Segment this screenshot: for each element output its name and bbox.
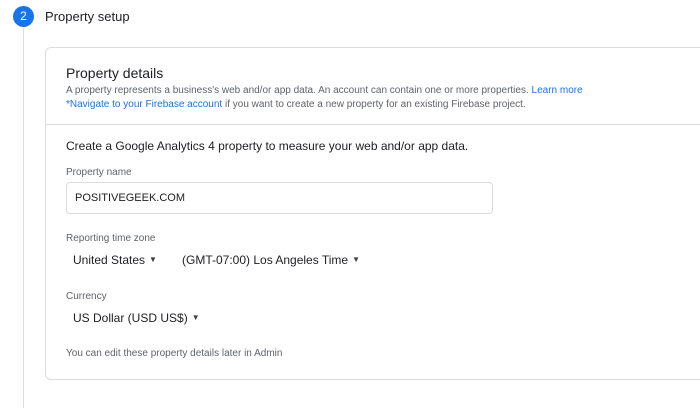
currency-select-value: US Dollar (USD US$) xyxy=(73,311,188,325)
stepper-line xyxy=(23,28,24,408)
currency-select[interactable]: US Dollar (USD US$) ▼ xyxy=(73,311,200,325)
country-select-value: United States xyxy=(73,253,146,267)
caret-down-icon: ▼ xyxy=(352,255,360,264)
description-text-2: if you want to create a new property for… xyxy=(224,99,526,110)
card-header: Property details A property represents a… xyxy=(46,48,700,125)
form-intro: Create a Google Analytics 4 property to … xyxy=(66,139,469,153)
timezone-select[interactable]: (GMT-07:00) Los Angeles Time ▼ xyxy=(182,253,360,267)
step-number-badge: 2 xyxy=(13,6,34,27)
property-name-label: Property name xyxy=(66,167,132,178)
firebase-account-link[interactable]: *Navigate to your Firebase account xyxy=(66,99,222,110)
caret-down-icon: ▼ xyxy=(191,313,200,322)
description-line-1: A property represents a business's web a… xyxy=(66,84,583,98)
property-name-input[interactable] xyxy=(66,182,493,214)
property-details-card: Property details A property represents a… xyxy=(45,47,700,380)
edit-later-note: You can edit these property details late… xyxy=(66,348,283,359)
currency-label: Currency xyxy=(66,291,107,302)
description-line-2: *Navigate to your Firebase account if yo… xyxy=(66,98,583,112)
caret-down-icon: ▼ xyxy=(149,255,157,264)
step-title: Property setup xyxy=(45,9,130,24)
learn-more-link[interactable]: Learn more xyxy=(532,85,583,96)
card-title: Property details xyxy=(66,65,164,81)
description-text-1: A property represents a business's web a… xyxy=(66,85,529,96)
country-select[interactable]: United States ▼ xyxy=(73,253,157,267)
timezone-label: Reporting time zone xyxy=(66,233,156,244)
timezone-select-value: (GMT-07:00) Los Angeles Time xyxy=(182,253,349,267)
card-description: A property represents a business's web a… xyxy=(66,84,583,112)
